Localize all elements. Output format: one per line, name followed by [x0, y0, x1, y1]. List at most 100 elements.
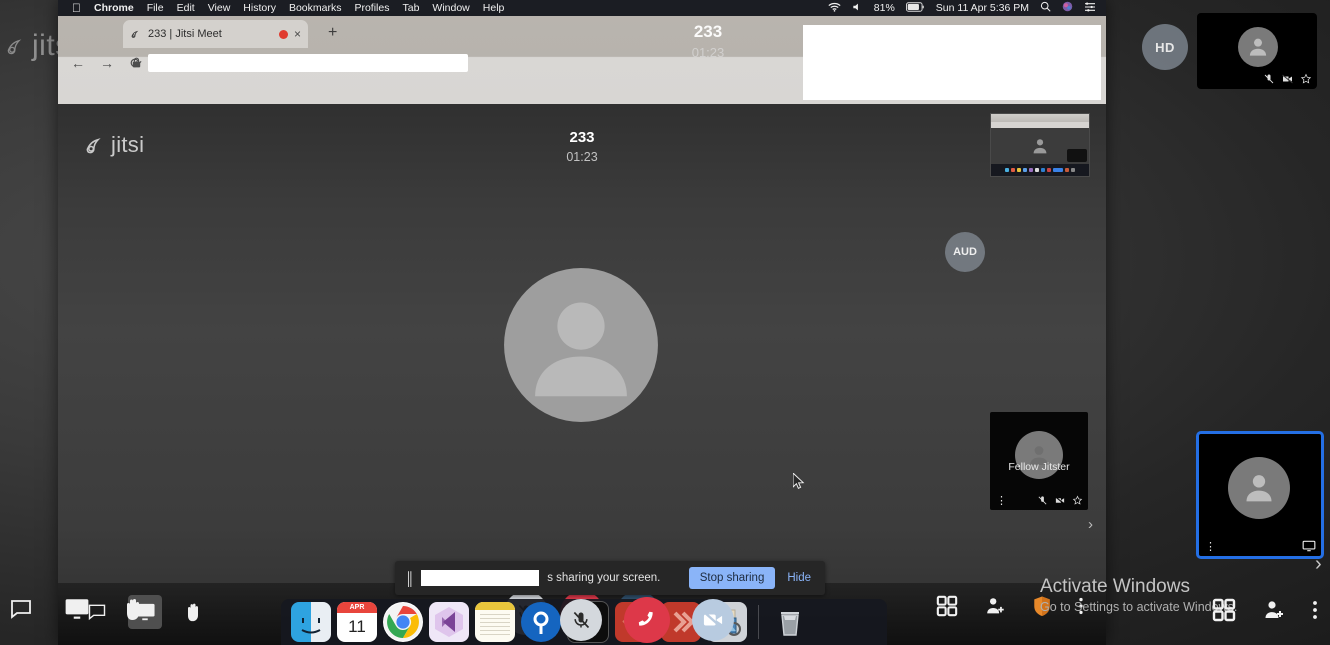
dock-separator: [758, 605, 759, 639]
jitsi-toolbar-right: [936, 595, 1084, 622]
person-icon: [504, 268, 658, 422]
security-shield-icon[interactable]: [1032, 595, 1052, 622]
menu-app-name[interactable]: Chrome: [94, 2, 134, 14]
screen-sharing-bar: ║ s sharing your screen. Stop sharing Hi…: [395, 561, 825, 595]
mic-toggle-button[interactable]: [560, 599, 602, 641]
camera-off-icon: [1055, 496, 1065, 505]
mic-muted-icon: [1264, 74, 1274, 84]
address-bar-input[interactable]: [148, 54, 468, 72]
menu-tab[interactable]: Tab: [402, 2, 419, 14]
dock-finder-icon[interactable]: [291, 602, 331, 642]
dock-notes-icon[interactable]: [475, 602, 515, 642]
close-icon[interactable]: ×: [294, 28, 301, 40]
hd-badge: HD: [1142, 24, 1188, 70]
participant-tile-fellow-jitster[interactable]: Fellow Jitster ⋮: [990, 412, 1088, 510]
spotlight-search-icon[interactable]: [1040, 1, 1051, 15]
menu-file[interactable]: File: [147, 2, 164, 14]
outer-call-controls: [560, 597, 734, 643]
jitsi-meeting-page: jitsi 233 01:23 AUD Fellow Jitster ⋮ › ║…: [58, 104, 1106, 645]
avatar: [1228, 457, 1290, 519]
participant-status-icons: [1037, 495, 1083, 506]
dock-vscode-icon[interactable]: [429, 602, 469, 642]
participant-menu-icon[interactable]: ⋮: [996, 496, 1007, 507]
tab-jitsi-meet[interactable]: 233 | Jitsi Meet ×: [123, 20, 308, 48]
menu-window[interactable]: Window: [432, 2, 469, 14]
outer-jitsi-toolbar-left: [0, 581, 160, 637]
menu-edit[interactable]: Edit: [177, 2, 195, 14]
chrome-browser-window:  Chrome File Edit View History Bookmark…: [58, 0, 1106, 645]
avatar: [1238, 27, 1278, 67]
menu-history[interactable]: History: [243, 2, 276, 14]
redaction-overlay: [803, 25, 1101, 100]
forward-button[interactable]: →: [99, 55, 115, 71]
raise-hand-icon[interactable]: [120, 596, 146, 622]
stage-avatar: [500, 264, 662, 426]
menu-bookmarks[interactable]: Bookmarks: [289, 2, 342, 14]
thumbnail-status-icons: [1263, 73, 1312, 85]
apple-logo-icon[interactable]: : [72, 2, 81, 14]
screenshare-preview-thumbnail[interactable]: [990, 113, 1090, 177]
pause-icon[interactable]: ║: [405, 571, 414, 586]
redacted-sharer-name: [421, 570, 540, 586]
back-button[interactable]: ←: [70, 55, 86, 71]
camera-off-icon: [1282, 74, 1293, 84]
filmstrip-next-arrow[interactable]: ›: [1315, 553, 1322, 576]
mouse-cursor: [793, 473, 805, 489]
outer-jitsi-toolbar-right: [1212, 598, 1318, 627]
siri-icon[interactable]: [1062, 1, 1073, 15]
screen-share-icon[interactable]: [64, 596, 90, 622]
room-name: 233: [569, 129, 595, 146]
control-center-icon[interactable]: [1084, 2, 1096, 15]
stop-sharing-button[interactable]: Stop sharing: [688, 567, 776, 589]
meeting-timer: 01:23: [566, 150, 598, 164]
jitsi-favicon-icon: [131, 30, 139, 38]
lock-icon: [130, 56, 143, 69]
chat-icon[interactable]: [8, 596, 34, 622]
thumb-titlebar: [991, 114, 1089, 122]
camera-toggle-button[interactable]: [692, 599, 734, 641]
more-options-icon[interactable]: [1078, 595, 1084, 622]
tab-title: 233 | Jitsi Meet: [148, 28, 222, 40]
dock-postman-icon[interactable]: [521, 602, 561, 642]
tile-view-icon[interactable]: [936, 595, 958, 622]
hangup-button[interactable]: [624, 597, 670, 643]
jitsi-mark-icon: [7, 39, 22, 55]
invite-people-icon[interactable]: [1262, 598, 1286, 627]
hide-button[interactable]: Hide: [783, 572, 815, 584]
thumb-pip: [1067, 149, 1087, 162]
menu-view[interactable]: View: [208, 2, 231, 14]
screen-share-icon: [1302, 540, 1316, 552]
menu-profiles[interactable]: Profiles: [354, 2, 389, 14]
invite-people-icon[interactable]: [984, 595, 1006, 622]
calendar-day: 11: [348, 617, 366, 636]
dock-trash-icon[interactable]: [770, 602, 810, 642]
dock-calendar-icon[interactable]: APR 11: [337, 602, 377, 642]
thumbnail-menu-icon[interactable]: ⋮: [1205, 542, 1216, 553]
mac-menu-bar:  Chrome File Edit View History Bookmark…: [58, 0, 1106, 16]
star-icon: [1300, 73, 1312, 84]
tile-view-icon[interactable]: [1212, 598, 1236, 627]
volume-icon[interactable]: [852, 2, 863, 15]
sharing-message: s sharing your screen.: [547, 572, 661, 584]
more-options-icon[interactable]: [1312, 598, 1318, 627]
star-icon: [1072, 495, 1083, 505]
mic-muted-icon: [1038, 496, 1047, 505]
filmstrip-next-arrow[interactable]: ›: [1088, 516, 1093, 533]
dock-chrome-icon[interactable]: [383, 602, 423, 642]
thumb-dock: [991, 164, 1089, 176]
meeting-header: 233 01:23: [58, 129, 1106, 164]
thumbnail-status-icons: [1302, 540, 1316, 552]
battery-icon[interactable]: [905, 1, 925, 15]
aud-badge: AUD: [945, 232, 985, 272]
person-icon: [1249, 38, 1267, 56]
wifi-icon[interactable]: [828, 2, 841, 15]
outer-participant-thumbnail-selected[interactable]: ⋮: [1196, 431, 1324, 559]
outer-participant-thumbnail[interactable]: [1197, 13, 1317, 89]
menu-help[interactable]: Help: [483, 2, 505, 14]
new-tab-button[interactable]: +: [328, 25, 337, 41]
calendar-month: APR: [337, 602, 377, 613]
person-icon: [1033, 139, 1047, 154]
participant-name: Fellow Jitster: [1008, 461, 1070, 473]
menubar-datetime: Sun 11 Apr 5:36 PM: [935, 2, 1029, 14]
recording-dot-icon[interactable]: [278, 29, 288, 39]
